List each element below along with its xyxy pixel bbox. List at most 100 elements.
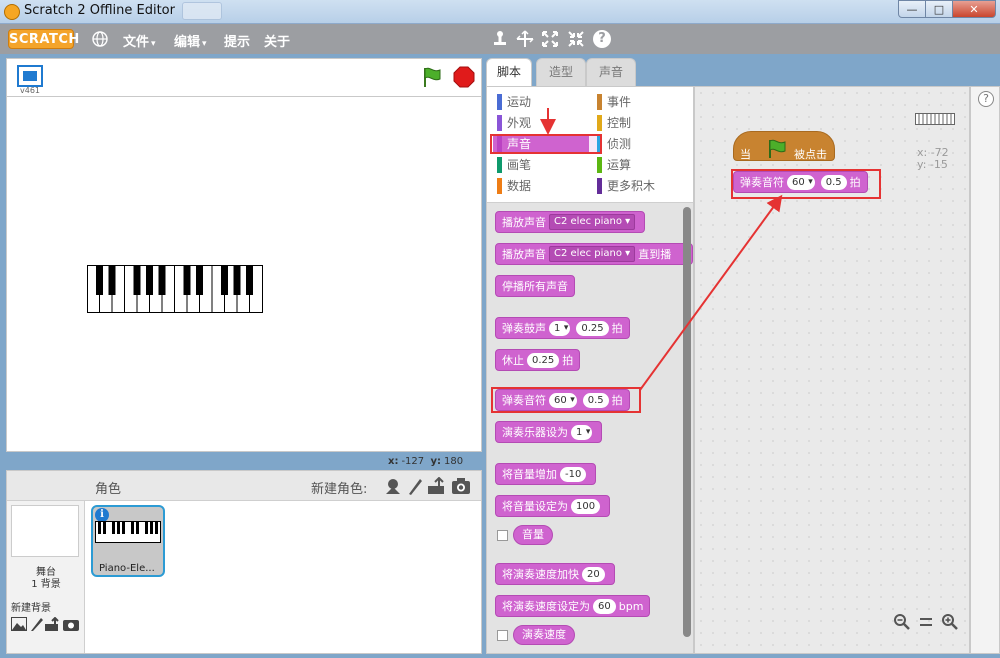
unit-label: 拍 [562,354,574,367]
upload-backdrop-icon[interactable] [45,617,61,631]
block-change-volume[interactable]: 将音量增加 -10 [495,463,597,485]
category-operators[interactable]: 运算 [597,156,631,174]
volume-set-input[interactable]: 100 [571,498,601,514]
block-label: 将音量增加 [502,468,557,481]
when-flag-clicked-block[interactable]: 当 被点击 [733,131,835,161]
tab-scripts[interactable]: 脚本 [486,58,532,87]
maximize-button[interactable]: □ [925,0,953,18]
menu-tips[interactable]: 提示 [224,31,250,50]
beats-input[interactable]: 0.25 [576,320,609,336]
block-set-tempo[interactable]: 将演奏速度设定为 60 bpm [495,595,651,617]
sprite-library-icon[interactable] [383,477,403,495]
category-swatch [497,94,502,110]
block-play-drum[interactable]: 弹奏鼓声 1 0.25 拍 [495,317,630,339]
upload-sprite-icon[interactable] [427,477,447,495]
tab-sounds[interactable]: 声音 [586,58,636,86]
sprites-title: 角色 [95,482,122,497]
y-label: y: [430,456,442,467]
highlight-script-note-block [731,169,881,199]
piano-sprite[interactable] [87,265,263,313]
menu-bar: SCRATCH 文件 ▾ 编辑 ▾ 提示 关于 ? [0,24,1000,54]
backdrop-library-icon[interactable] [11,617,27,631]
sprite-card-piano[interactable]: i Piano-Ele... [91,505,165,577]
grow-icon[interactable] [541,30,559,48]
reporter-tempo[interactable]: 演奏速度 [513,625,575,645]
green-flag-icon[interactable] [421,66,443,88]
beats-input[interactable]: 0.25 [527,352,560,368]
y-value: 180 [444,456,464,467]
category-control[interactable]: 控制 [597,114,631,132]
tempo-change-input[interactable]: 20 [582,566,605,582]
paint-new-sprite-icon[interactable] [405,477,425,495]
palette-scrollbar[interactable] [683,207,691,637]
stage-thumbnail[interactable] [11,505,79,557]
sound-dropdown[interactable]: C2 elec piano ▾ [549,214,636,230]
cut-icon[interactable] [516,30,534,48]
camera-icon[interactable] [451,477,471,495]
volume-change-input[interactable]: -10 [560,466,587,482]
category-swatch [597,94,602,110]
drum-input[interactable]: 1 [549,320,571,336]
paint-backdrop-icon[interactable] [29,617,45,631]
window-title: Scratch 2 Offline Editor [24,3,175,18]
sound-name: C2 elec piano [554,216,622,227]
tempo-set-input[interactable]: 60 [593,598,616,614]
info-icon[interactable]: i [95,508,109,522]
scratch-logo[interactable]: SCRATCH [8,29,79,49]
category-label: 更多积木 [607,179,656,193]
globe-icon[interactable] [92,31,108,47]
tempo-checkbox[interactable] [497,630,508,641]
tab-costumes[interactable]: 造型 [536,58,586,86]
window-controls: — □ ✕ [898,0,996,18]
category-swatch [497,115,502,131]
stamp-icon[interactable] [491,30,509,48]
stage-column[interactable]: 舞台 1 背景 新建背景 [7,501,85,653]
block-set-instrument[interactable]: 演奏乐器设为 1 [495,421,603,443]
category-sensing[interactable]: 侦测 [597,135,631,153]
block-play-sound[interactable]: 播放声音 C2 elec piano ▾ [495,211,646,233]
new-backdrop-label: 新建背景 [11,603,51,614]
sprite-y: y: -15 [917,158,948,171]
minimize-button[interactable]: — [898,0,926,18]
category-swatch [497,157,502,173]
category-motion[interactable]: 运动 [497,93,531,111]
block-label: 弹奏鼓声 [502,322,546,335]
block-label: 演奏乐器设为 [502,426,568,439]
help-icon[interactable]: ? [978,91,994,107]
reporter-volume[interactable]: 音量 [513,525,553,545]
stage-header: v461 [6,58,482,96]
menu-about[interactable]: 关于 [264,31,290,50]
category-data[interactable]: 数据 [497,177,531,195]
category-pen[interactable]: 画笔 [497,156,531,174]
block-stop-all-sounds[interactable]: 停播所有声音 [495,275,575,297]
backdrop-camera-icon[interactable] [63,617,79,631]
close-button[interactable]: ✕ [952,0,996,18]
fullscreen-icon[interactable] [17,65,43,87]
shrink-icon[interactable] [567,30,585,48]
unit-label: bpm [618,599,644,613]
zoom-out-icon[interactable] [893,613,911,631]
block-change-tempo[interactable]: 将演奏速度加快 20 [495,563,615,585]
volume-checkbox[interactable] [497,530,508,541]
category-more-blocks[interactable]: 更多积木 [597,177,655,195]
block-set-volume[interactable]: 将音量设定为 100 [495,495,611,517]
help-icon[interactable]: ? [593,30,611,48]
category-looks[interactable]: 外观 [497,114,531,132]
block-label: 休止 [502,354,524,367]
sound-dropdown[interactable]: C2 elec piano ▾ [549,246,636,262]
zoom-reset-icon[interactable] [917,613,935,631]
stage-canvas[interactable] [6,96,482,452]
stop-icon[interactable] [453,66,475,88]
instrument-input[interactable]: 1 [571,424,593,440]
zoom-in-icon[interactable] [941,613,959,631]
block-label: 将演奏速度设定为 [502,600,590,613]
menu-file[interactable]: 文件 ▾ [123,31,156,50]
sprite-pane: 角色 新建角色: 舞台 1 背景 新建背景 i Piano-Ele... [6,470,482,654]
scratch-cat-icon [4,4,20,20]
menu-edit[interactable]: 编辑 ▾ [174,31,207,50]
block-play-sound-until-done[interactable]: 播放声音 C2 elec piano ▾ 直到播 [495,243,693,265]
category-label: 事件 [607,95,632,109]
script-area[interactable]: 当 被点击 弹奏音符 60 0.5 拍 x: -72 y: -15 [694,86,970,654]
block-rest[interactable]: 休止 0.25 拍 [495,349,581,371]
category-events[interactable]: 事件 [597,93,631,111]
